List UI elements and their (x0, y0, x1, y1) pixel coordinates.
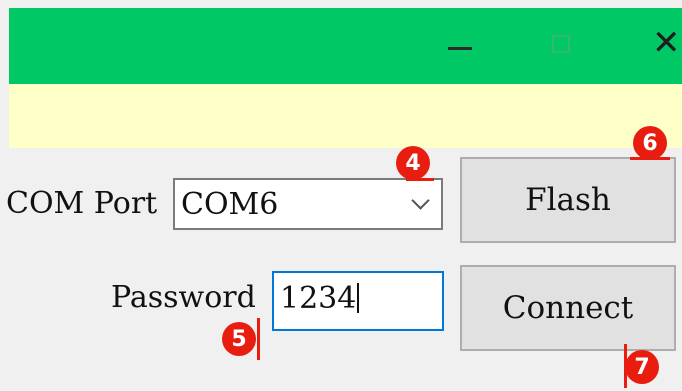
com-port-select[interactable]: COM6 (173, 178, 443, 230)
connect-button[interactable]: Connect (460, 265, 676, 351)
callout-marker-flash (630, 157, 670, 160)
callout-badge-com-port: 4 (396, 146, 430, 180)
title-bar (9, 8, 682, 84)
password-input[interactable]: 1234 (272, 271, 444, 331)
status-banner (9, 84, 682, 148)
callout-badge-password: 5 (222, 322, 256, 356)
close-icon[interactable]: ✕ (652, 26, 681, 60)
callout-marker-connect (624, 344, 627, 388)
callout-marker-password (257, 318, 260, 360)
callout-badge-flash: 6 (633, 126, 667, 160)
flash-button[interactable]: Flash (460, 157, 676, 243)
text-caret (357, 283, 360, 313)
maximize-icon[interactable] (552, 35, 570, 53)
chevron-down-icon[interactable] (411, 191, 430, 210)
password-label: Password (111, 280, 256, 315)
minimize-icon[interactable] (448, 47, 472, 50)
password-value: 1234 (280, 281, 357, 316)
com-port-value: COM6 (181, 187, 279, 222)
com-port-label: COM Port (6, 186, 158, 221)
callout-marker-com-port (406, 178, 434, 181)
callout-badge-connect: 7 (625, 350, 659, 384)
